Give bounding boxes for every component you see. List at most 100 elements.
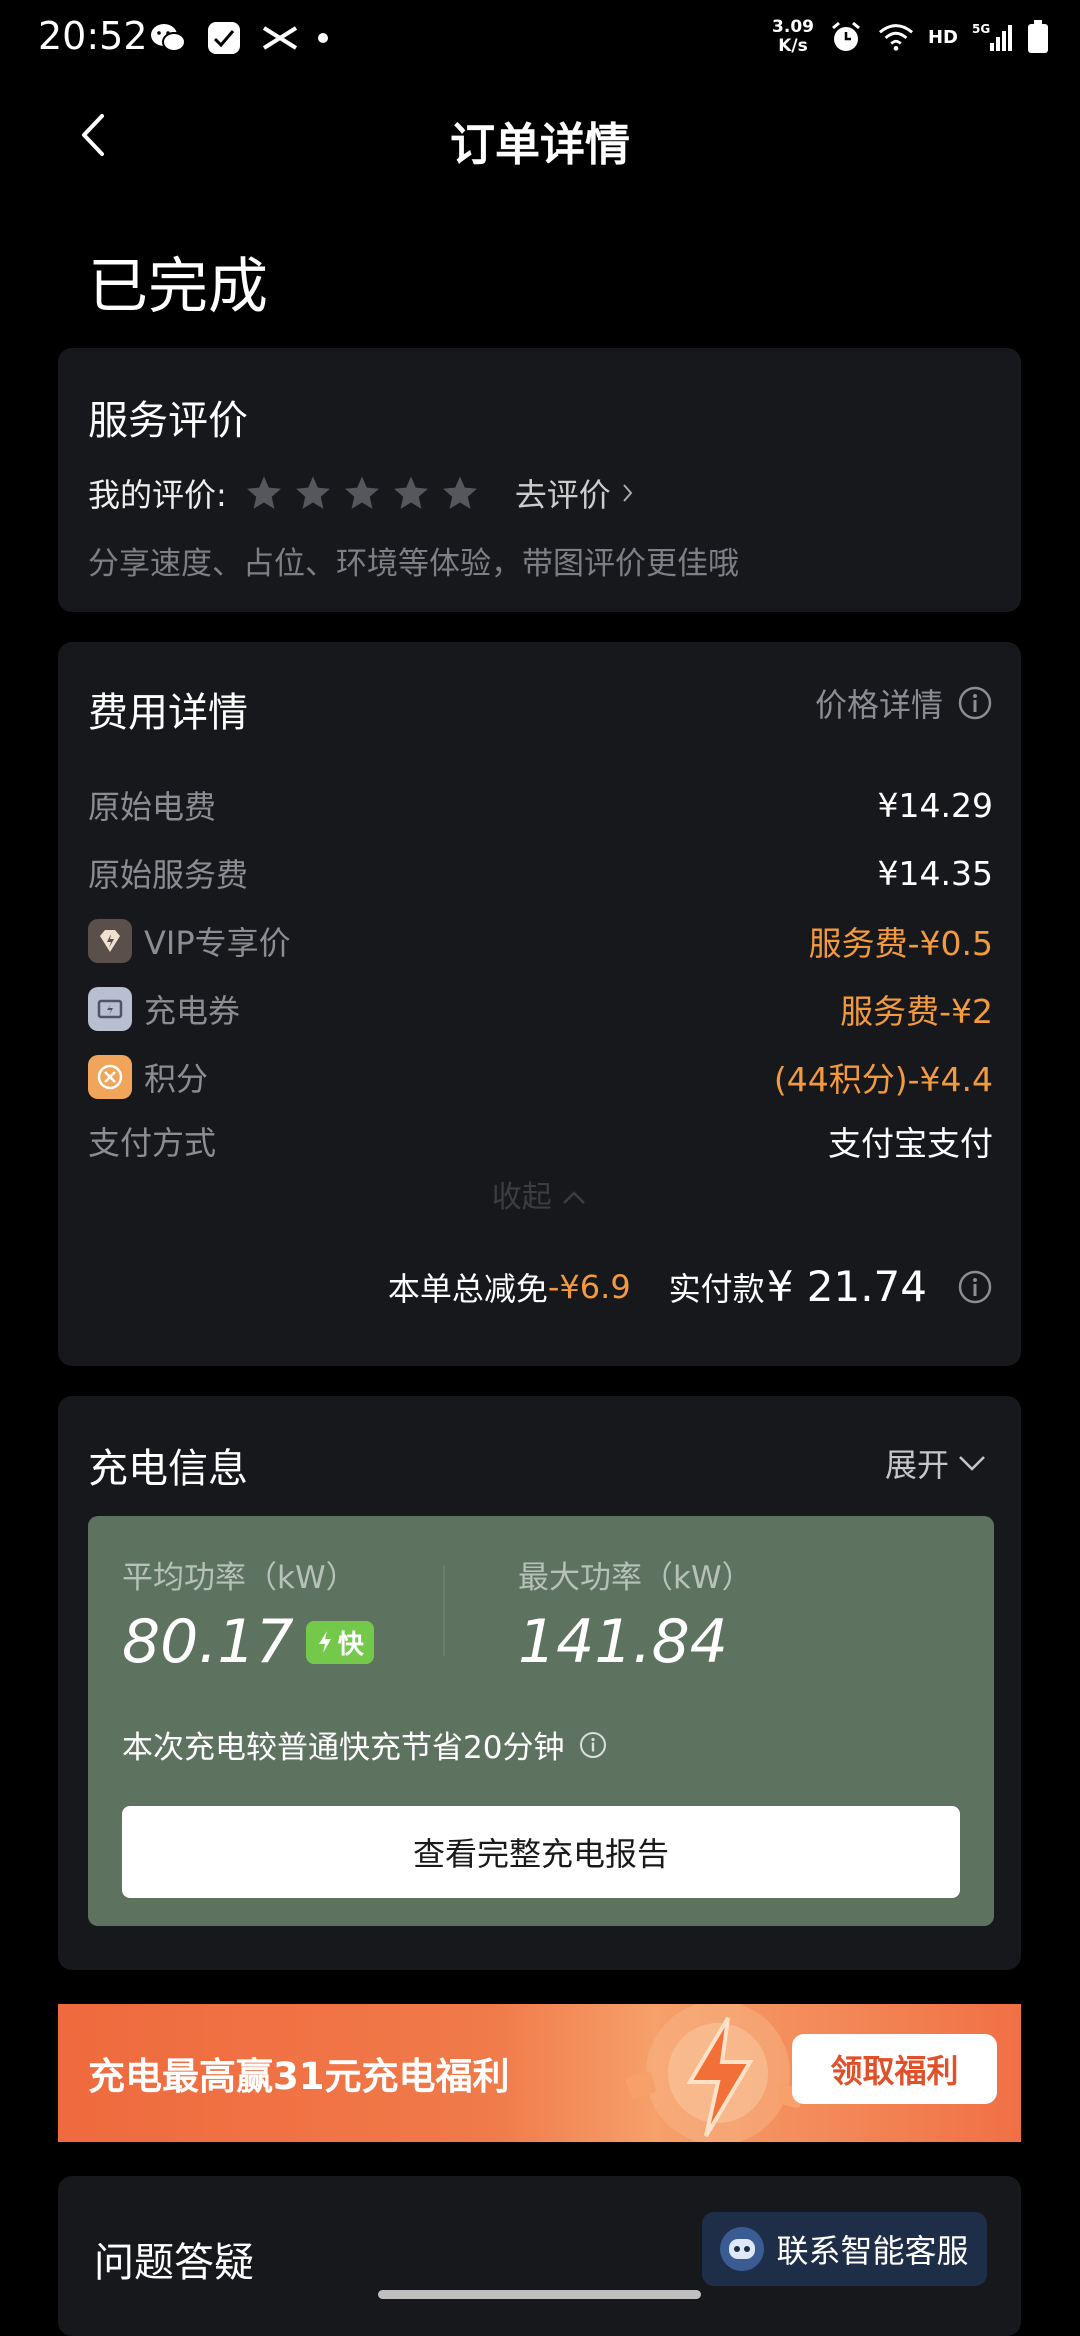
fee-label-points: 积分: [88, 1054, 208, 1100]
points-icon: [88, 1055, 132, 1099]
network-speed-unit: K/s: [778, 36, 808, 56]
expand-label: 展开: [884, 1446, 949, 1484]
paid-label: 实付款: [668, 1269, 765, 1308]
rating-label: 我的评价:: [88, 476, 227, 514]
fee-label: 支付方式: [88, 1124, 217, 1162]
contact-service-label: 联系智能客服: [776, 2232, 969, 2270]
cellular-signal-icon: 5G: [972, 19, 1012, 55]
status-right: 3.09 K/s HD 5G: [772, 18, 1050, 56]
network-speed-value: 3.09: [772, 17, 814, 37]
order-status: 已完成: [88, 252, 268, 322]
star-rating: [245, 474, 479, 512]
qa-title: 问题答疑: [94, 2240, 254, 2286]
total-row: 本单总减免 -¥6.9 实付款 ¥ 21.74: [388, 1262, 993, 1311]
fee-label: 充电券: [144, 992, 241, 1030]
discount-label: 本单总减免: [387, 1269, 548, 1308]
fee-row-points: 积分 (44积分)-¥4.4: [88, 1052, 993, 1102]
battery-icon: [1026, 19, 1050, 55]
info-icon: [958, 686, 992, 720]
fee-row-electricity: 原始电费 ¥14.29: [88, 780, 993, 830]
fee-label: 积分: [144, 1060, 209, 1098]
star-icon-1[interactable]: [245, 474, 283, 512]
fee-label-coupon: 充电券: [88, 986, 240, 1032]
discount-value: -¥6.9: [547, 1267, 631, 1306]
vip-diamond-icon: [88, 919, 132, 963]
charging-info-card: 充电信息 展开 平均功率（kW） 80.17 快 最大功率（kW） 141.84…: [58, 1396, 1021, 1970]
fee-value: ¥14.35: [877, 853, 993, 893]
promo-text: 充电最高赢31元充电福利: [88, 2055, 510, 2098]
alarm-icon: [828, 19, 864, 55]
app-notification-icon: [206, 20, 242, 56]
collapse-button[interactable]: 收起: [58, 1172, 1021, 1216]
service-rating-card: 服务评价 我的评价: 去评价 分享速度、占位、环境等体验，带图评价更佳哦: [58, 348, 1021, 612]
status-time: 20:52: [38, 14, 148, 58]
more-notifications-dot: [318, 33, 328, 43]
chevron-up-icon: [563, 1191, 586, 1204]
wifi-icon: [878, 19, 914, 55]
chevron-right-icon: [623, 484, 633, 502]
status-bar: 20:52 3.09 K/s HD 5G: [0, 0, 1080, 80]
app-notification-icon-2: [262, 20, 298, 56]
chevron-down-icon: [959, 1456, 985, 1471]
fee-row-vip: VIP专享价 服务费-¥0.5: [88, 916, 993, 966]
info-icon[interactable]: [957, 1269, 993, 1305]
hd-indicator: HD: [927, 26, 958, 48]
charging-stats-panel: 平均功率（kW） 80.17 快 最大功率（kW） 141.84 本次充电较普通…: [88, 1516, 994, 1926]
max-power-stat: 最大功率（kW） 141.84: [518, 1552, 753, 1677]
star-icon-3[interactable]: [343, 474, 381, 512]
stat-divider: [443, 1566, 445, 1656]
fee-label-vip: VIP专享价: [88, 918, 291, 964]
avg-power-value-row: 80.17 快: [122, 1607, 374, 1677]
fee-row-payment: 支付方式 支付宝支付: [88, 1116, 993, 1166]
charging-title: 充电信息: [88, 1446, 248, 1492]
fee-details-card: 费用详情 价格详情 原始电费 ¥14.29 原始服务费 ¥14.35 VIP专享…: [58, 642, 1021, 1366]
fee-value: ¥14.29: [877, 785, 993, 825]
rating-row: 我的评价: 去评价: [88, 470, 635, 516]
star-icon-5[interactable]: [441, 474, 479, 512]
time-saved-label: 本次充电较普通快充节省20分钟: [122, 1730, 565, 1766]
max-power-label: 最大功率（kW）: [518, 1560, 753, 1596]
fee-row-coupon: 充电券 服务费-¥2: [88, 984, 993, 1034]
network-speed: 3.09 K/s: [772, 18, 814, 56]
star-icon-2[interactable]: [294, 474, 332, 512]
promo-banner[interactable]: 充电最高赢31元充电福利 领取福利: [58, 2004, 1021, 2142]
nav-bar: 订单详情: [0, 90, 1080, 180]
fee-label: 原始服务费: [88, 856, 249, 894]
fee-value: 支付宝支付: [828, 1124, 993, 1163]
coupon-icon: [88, 987, 132, 1031]
star-icon-4[interactable]: [392, 474, 430, 512]
fee-value: 服务费-¥0.5: [808, 924, 993, 963]
go-rate-link[interactable]: 去评价: [515, 470, 635, 516]
rating-hint: 分享速度、占位、环境等体验，带图评价更佳哦: [88, 546, 739, 582]
page-title: 订单详情: [449, 118, 630, 171]
fee-value: 服务费-¥2: [840, 992, 993, 1031]
paid-amount: ¥ 21.74: [766, 1262, 927, 1311]
view-report-button[interactable]: 查看完整充电报告: [122, 1806, 960, 1898]
notification-icons: [150, 20, 328, 56]
fee-title: 费用详情: [88, 690, 248, 736]
home-indicator[interactable]: [378, 2290, 701, 2299]
contact-service-button[interactable]: 联系智能客服: [702, 2212, 987, 2286]
price-detail-link[interactable]: 价格详情: [815, 680, 993, 726]
fee-row-service: 原始服务费 ¥14.35: [88, 848, 993, 898]
claim-benefit-button[interactable]: 领取福利: [792, 2034, 997, 2104]
fee-label: VIP专享价: [144, 924, 291, 962]
lightning-icon: [318, 1631, 331, 1653]
rating-title: 服务评价: [88, 398, 248, 444]
avg-power-label: 平均功率（kW）: [122, 1560, 357, 1596]
info-icon[interactable]: [578, 1730, 608, 1760]
wechat-icon: [150, 20, 186, 56]
fast-badge-label: 快: [337, 1629, 364, 1660]
fee-label: 原始电费: [88, 788, 217, 826]
fast-charge-badge: 快: [305, 1620, 374, 1664]
go-rate-label: 去评价: [514, 476, 611, 514]
expand-button[interactable]: 展开: [885, 1440, 987, 1486]
svg-text:5G: 5G: [972, 22, 990, 36]
qa-card: 问题答疑 联系智能客服: [58, 2176, 1021, 2336]
time-saved-text: 本次充电较普通快充节省20分钟: [122, 1722, 608, 1767]
avg-power-stat: 平均功率（kW） 80.17 快: [122, 1552, 374, 1677]
avg-power-value: 80.17: [122, 1607, 294, 1677]
fee-value: (44积分)-¥4.4: [773, 1060, 993, 1099]
collapse-label: 收起: [491, 1180, 552, 1215]
max-power-value: 141.84: [518, 1607, 728, 1677]
